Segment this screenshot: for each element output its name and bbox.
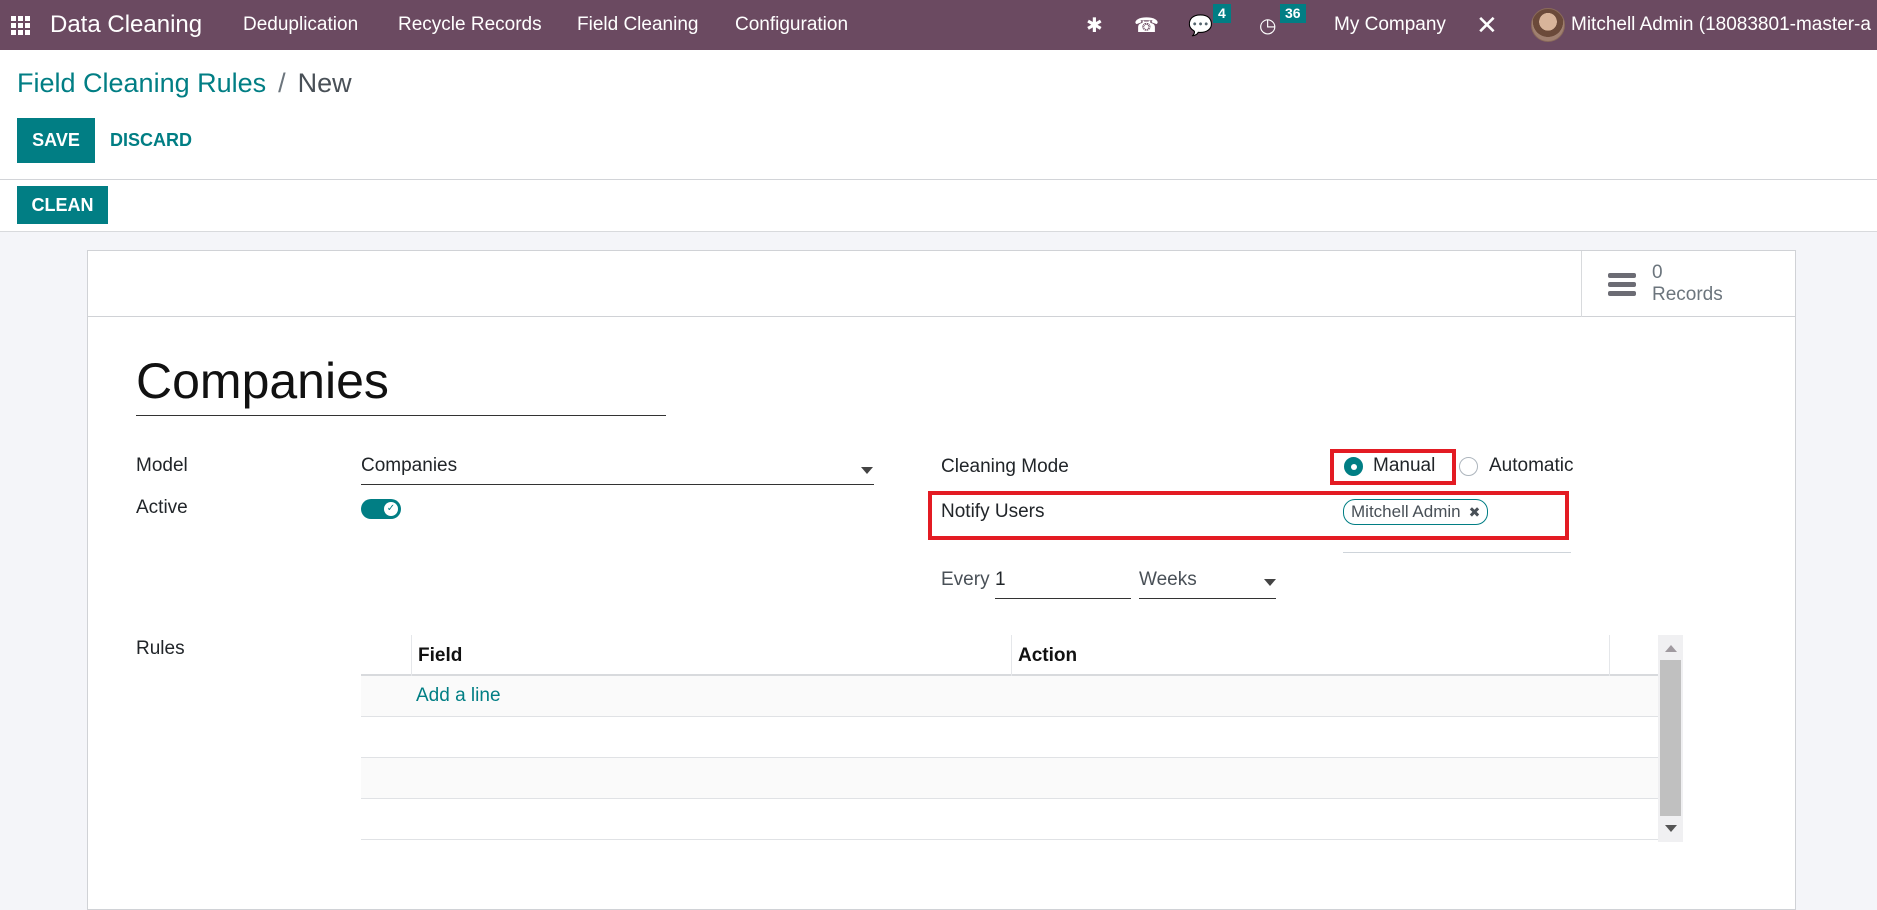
breadcrumb: Field Cleaning Rules / New	[17, 68, 352, 99]
model-dropdown-icon[interactable]	[861, 467, 873, 474]
highlight-notify-users	[928, 491, 1569, 540]
radio-automatic[interactable]	[1459, 457, 1478, 476]
empty-row	[361, 758, 1658, 799]
app-brand[interactable]: Data Cleaning	[50, 0, 202, 50]
company-switcher[interactable]: My Company	[1334, 0, 1446, 50]
menu-deduplication[interactable]: Deduplication	[243, 0, 358, 50]
model-select[interactable]: Companies	[361, 455, 874, 485]
top-navbar: Data Cleaning Deduplication Recycle Reco…	[0, 0, 1877, 50]
scroll-up-icon[interactable]	[1665, 645, 1677, 652]
messages-icon[interactable]: 💬	[1188, 0, 1213, 50]
button-box: 0 Records	[88, 251, 1795, 317]
rule-name-input[interactable]: Companies	[136, 351, 666, 416]
empty-row	[361, 799, 1658, 840]
records-count: 0	[1652, 262, 1663, 283]
rules-table: Field Action Add a line	[361, 635, 1658, 840]
rules-label: Rules	[136, 638, 185, 659]
user-avatar[interactable]	[1531, 0, 1565, 50]
clean-button[interactable]: CLEAN	[17, 186, 108, 224]
cleaning-mode-label: Cleaning Mode	[941, 456, 1069, 477]
empty-row	[361, 717, 1658, 758]
debug-bug-icon[interactable]: ✱	[1086, 0, 1103, 50]
column-action[interactable]: Action	[1011, 635, 1609, 676]
records-stat-button[interactable]: 0 Records	[1581, 251, 1795, 317]
phone-icon[interactable]: ☎	[1134, 0, 1159, 50]
every-input[interactable]: 1	[995, 569, 1131, 599]
user-menu[interactable]: Mitchell Admin (18083801-master-a	[1571, 0, 1871, 50]
active-label: Active	[136, 497, 188, 518]
model-value: Companies	[361, 455, 458, 476]
column-spacer	[1609, 635, 1658, 676]
table-scrollbar[interactable]	[1658, 635, 1683, 842]
row-handle-column	[361, 635, 411, 676]
activities-badge: 36	[1280, 4, 1306, 23]
messages-badge: 4	[1213, 4, 1231, 23]
control-divider	[0, 179, 1877, 180]
period-select[interactable]: Weeks	[1139, 569, 1276, 599]
activities-clock-icon[interactable]: ◷	[1259, 0, 1276, 50]
scroll-thumb[interactable]	[1660, 660, 1681, 816]
breadcrumb-separator: /	[278, 68, 286, 98]
save-button[interactable]: SAVE	[17, 118, 95, 163]
discard-button[interactable]: DISCARD	[110, 130, 192, 151]
menu-field-cleaning[interactable]: Field Cleaning	[577, 0, 698, 50]
form-sheet: 0 Records Companies Model Companies Acti…	[87, 250, 1796, 910]
menu-configuration[interactable]: Configuration	[735, 0, 848, 50]
every-label: Every	[941, 569, 990, 590]
add-line-row: Add a line	[361, 676, 1658, 717]
add-a-line-link[interactable]: Add a line	[416, 685, 501, 707]
rules-table-header: Field Action	[361, 635, 1658, 676]
tools-icon[interactable]: ✕	[1476, 0, 1498, 50]
apps-menu-icon[interactable]	[11, 0, 33, 50]
breadcrumb-parent[interactable]: Field Cleaning Rules	[17, 68, 266, 98]
breadcrumb-current: New	[297, 68, 352, 98]
check-icon: ✓	[384, 502, 398, 516]
period-value: Weeks	[1139, 569, 1197, 590]
model-label: Model	[136, 455, 188, 476]
list-icon	[1608, 272, 1636, 296]
period-dropdown-icon[interactable]	[1264, 579, 1276, 586]
column-field[interactable]: Field	[411, 635, 1011, 676]
radio-automatic-label[interactable]: Automatic	[1489, 455, 1573, 477]
menu-recycle-records[interactable]: Recycle Records	[398, 0, 542, 50]
records-label: Records	[1652, 284, 1723, 305]
active-toggle[interactable]: ✓	[361, 499, 401, 519]
highlight-manual	[1330, 449, 1456, 485]
scroll-down-icon[interactable]	[1665, 825, 1677, 832]
